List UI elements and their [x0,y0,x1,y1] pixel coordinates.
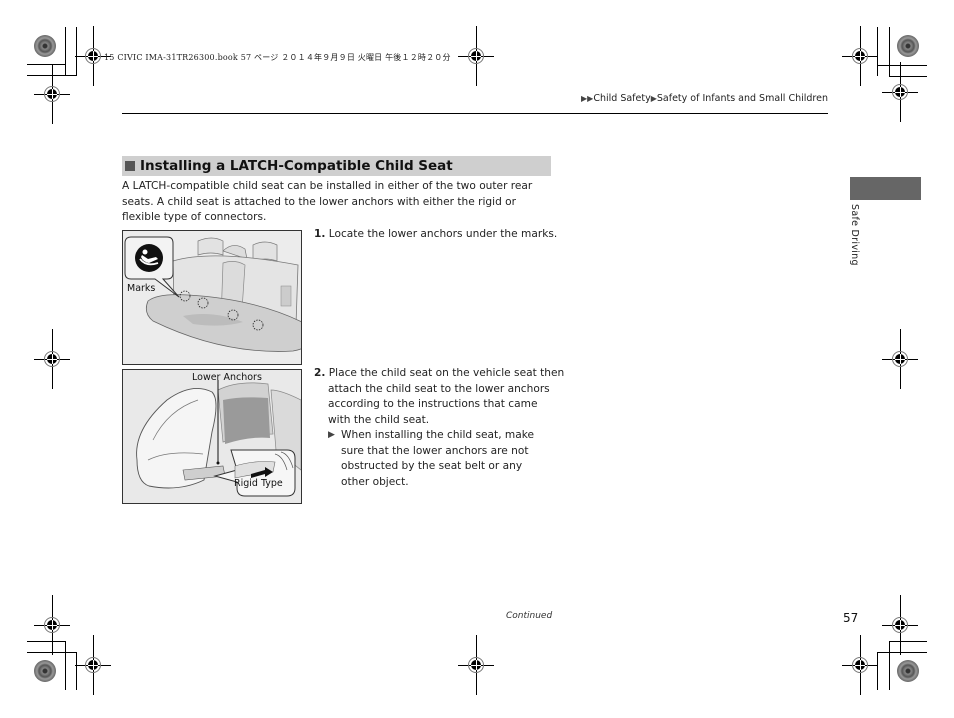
crop-mark [877,652,878,690]
crop-mark [877,65,927,66]
note-arrow-icon: ▶ [328,430,335,440]
crop-mark [65,27,66,76]
step-text-line: according to the instructions that came [328,398,538,410]
figure-lower-anchors: Lower Anchors Rigid Type [122,369,302,504]
step-text: Locate the lower anchors under the marks… [328,228,558,240]
registration-target [458,26,494,86]
crop-mark [27,652,77,653]
figure-label-lower-anchors: Lower Anchors [192,372,262,383]
crop-mark [889,641,890,690]
registration-disc [34,660,56,682]
step-text-line: attach the child seat to the lower ancho… [328,382,550,395]
child-seat-mark-icon [135,244,163,272]
breadcrumb-item[interactable]: Safety of Infants and Small Children [657,93,828,104]
step-1: 1. Locate the lower anchors under the ma… [314,227,557,243]
registration-target [34,329,70,389]
figure-label-marks: Marks [127,283,156,294]
section-title-bar: Installing a LATCH-Compatible Child Seat [122,156,551,176]
crop-mark [65,641,66,690]
crop-mark [27,641,66,642]
breadcrumb-item[interactable]: Child Safety [593,93,650,104]
step-2-note: ▶ When installing the child seat, make s… [328,428,553,490]
step-number: 2. [314,367,326,379]
crop-mark [27,64,66,65]
crop-mark [877,652,927,653]
registration-disc [897,35,919,57]
registration-target [34,595,70,655]
section-marker-icon [125,161,135,171]
registration-target [75,635,111,695]
registration-target [882,62,918,122]
figure-label-rigid-type: Rigid Type [234,478,283,489]
section-title: Installing a LATCH-Compatible Child Seat [140,158,453,174]
step-2: 2. Place the child seat on the vehicle s… [314,366,564,428]
crop-mark [889,27,890,76]
registration-disc [34,35,56,57]
chapter-tab[interactable] [850,177,921,200]
chapter-tab-label: Safe Driving [849,204,860,266]
continued-label: Continued [506,611,553,621]
note-text: When installing the child seat, make sur… [341,429,535,488]
registration-target [882,595,918,655]
registration-target [458,635,494,695]
intro-paragraph: A LATCH-compatible child seat can be ins… [122,180,533,223]
registration-target [842,635,878,695]
step-number: 1. [314,228,326,240]
figure-rear-seat-marks: Marks [122,230,302,365]
registration-target [842,26,878,86]
header-rule [122,113,828,114]
double-arrow-icon: ▶▶ [581,94,594,103]
registration-target [882,329,918,389]
step-text-line: with the child seat. [328,413,430,426]
step-text-line: Place the child seat on the vehicle seat… [328,367,565,379]
registration-disc [897,660,919,682]
registration-target [34,64,70,124]
print-header: 15 CIVIC IMA-31TR26300.book 57 ページ ２０１４年… [104,53,451,62]
page-number: 57 [843,611,859,625]
crop-mark [889,641,927,642]
breadcrumb: ▶▶Child Safety▶Safety of Infants and Sma… [581,93,828,104]
